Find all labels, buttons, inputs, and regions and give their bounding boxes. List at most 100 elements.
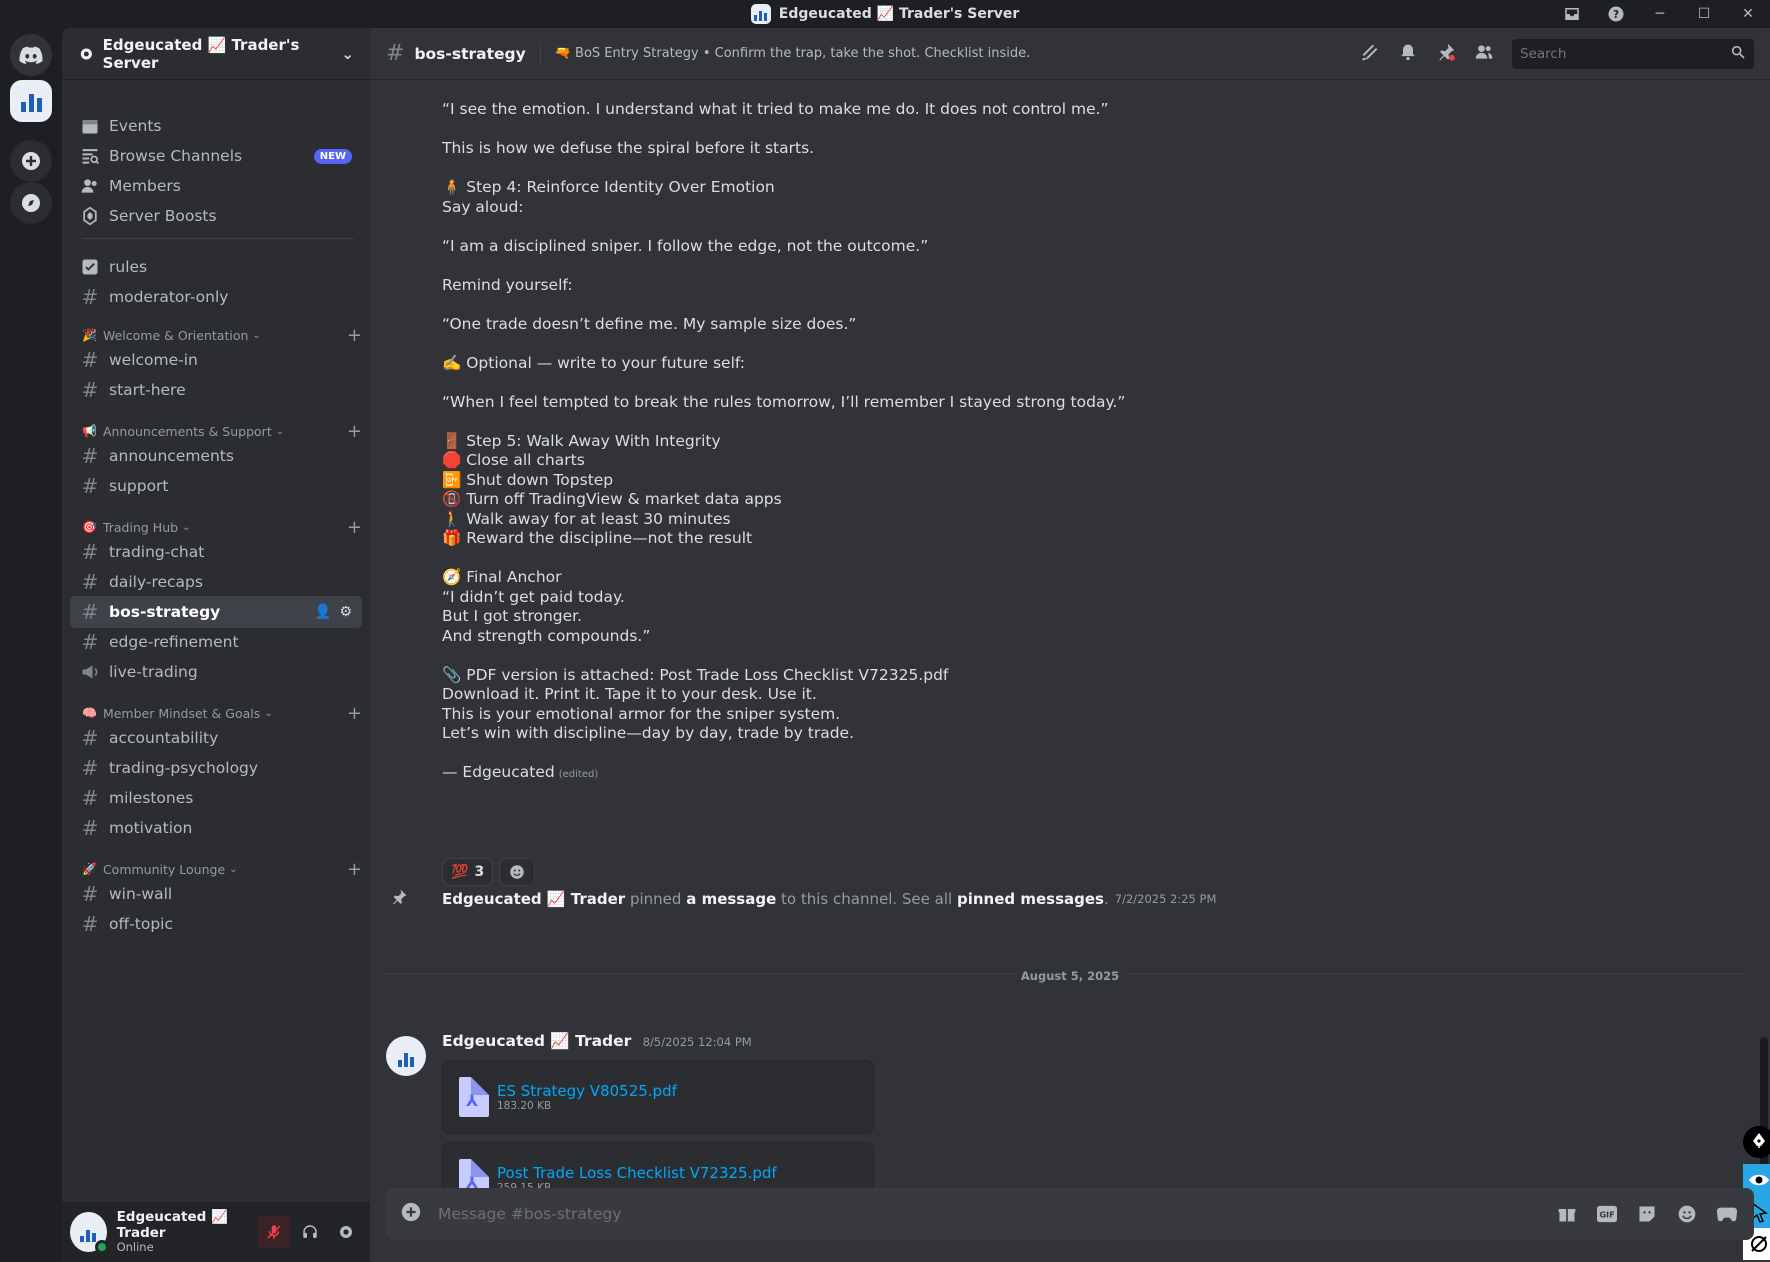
- member-list-icon[interactable]: [1474, 42, 1494, 66]
- category-header[interactable]: 🎉 Welcome & Orientation ⌄ +: [82, 325, 362, 346]
- notification-bell-icon[interactable]: [1398, 42, 1418, 66]
- pen-tool-icon[interactable]: [1743, 1126, 1770, 1158]
- hash-icon: #: [81, 756, 99, 780]
- channel-motivation[interactable]: # motivation: [70, 812, 362, 844]
- channel-settings-icon[interactable]: ⚙: [339, 604, 352, 620]
- close-button[interactable]: ✕: [1726, 0, 1770, 28]
- message-line: 🎁 Reward the discipline—not the result: [442, 529, 752, 547]
- discord-home-icon[interactable]: [10, 34, 52, 76]
- channel-trading-psychology[interactable]: # trading-psychology: [70, 752, 362, 784]
- author-name[interactable]: Edgeucated 📈 Trader: [442, 1032, 631, 1050]
- user-settings-button[interactable]: [330, 1216, 362, 1248]
- file-attachment[interactable]: ⅄ ES Strategy V80525.pdf 183.20 KB: [442, 1060, 874, 1134]
- help-icon[interactable]: ?: [1594, 0, 1638, 28]
- channel-accountability[interactable]: # accountability: [70, 722, 362, 754]
- pin-author[interactable]: Edgeucated 📈 Trader: [442, 890, 625, 908]
- sidebar-item-events[interactable]: Events: [70, 110, 362, 142]
- sticker-icon[interactable]: [1634, 1201, 1660, 1227]
- attachment-file-name[interactable]: ES Strategy V80525.pdf: [497, 1082, 677, 1100]
- pin-icon: [390, 888, 442, 910]
- sidebar-item-label: Server Boosts: [109, 207, 217, 225]
- channel-trading-chat[interactable]: # trading-chat: [70, 536, 362, 568]
- message-text: 🚪 Step 5: Walk Away With Integrity: [442, 432, 721, 450]
- add-server-icon[interactable]: [10, 140, 52, 182]
- pdf-file-icon: ⅄: [459, 1077, 489, 1117]
- see-pinned-messages-link[interactable]: pinned messages: [957, 890, 1104, 908]
- chevron-down-icon: ⌄: [229, 863, 238, 875]
- channel-start-here[interactable]: # start-here: [70, 374, 362, 406]
- create-channel-button[interactable]: +: [347, 703, 362, 724]
- create-channel-button[interactable]: +: [347, 859, 362, 880]
- hash-icon: #: [81, 630, 99, 654]
- create-channel-button[interactable]: +: [347, 325, 362, 346]
- search-icon: [1730, 44, 1746, 64]
- pinned-messages-icon[interactable]: [1436, 42, 1456, 66]
- message-text: Remind yourself:: [442, 276, 573, 294]
- create-channel-button[interactable]: +: [347, 517, 362, 538]
- message-line: Download it. Print it. Tape it to your d…: [442, 685, 817, 703]
- message-input[interactable]: [438, 1205, 1554, 1223]
- message-text: “One trade doesn’t define me. My sample …: [442, 315, 857, 333]
- channel-moderator-only[interactable]: # moderator-only: [70, 281, 362, 313]
- category-header[interactable]: 🎯 Trading Hub ⌄ +: [82, 517, 362, 538]
- message-text: 🎁 Reward the discipline—not the result: [442, 529, 753, 547]
- maximize-button[interactable]: ☐: [1682, 0, 1726, 28]
- avatar[interactable]: [70, 1212, 109, 1254]
- channel-win-wall[interactable]: # win-wall: [70, 878, 362, 910]
- upload-button[interactable]: [400, 1201, 422, 1227]
- message-text: — Edgeucated: [442, 763, 555, 781]
- channel-welcome-in[interactable]: # welcome-in: [70, 344, 362, 376]
- channel-rules[interactable]: rules: [70, 251, 362, 283]
- channel-label: live-trading: [109, 663, 198, 681]
- message-line: “When I feel tempted to break the rules …: [442, 393, 1125, 411]
- sidebar-item-browse-channels[interactable]: Browse Channels NEW: [70, 140, 362, 172]
- discover-icon[interactable]: [10, 182, 52, 224]
- category-header[interactable]: 📢 Announcements & Support ⌄ +: [82, 421, 362, 442]
- add-attachment-icon: [401, 1202, 421, 1222]
- channel-announcements[interactable]: # announcements: [70, 440, 362, 472]
- message-text: ✍️ Optional — write to your future self:: [442, 354, 745, 372]
- reaction-100[interactable]: 💯 3: [442, 858, 494, 886]
- create-invite-icon[interactable]: 👤: [314, 604, 331, 620]
- emoji-icon[interactable]: [1674, 1201, 1700, 1227]
- apps-icon[interactable]: [1714, 1201, 1740, 1227]
- channel-live-trading[interactable]: live-trading: [70, 656, 362, 688]
- minimize-button[interactable]: ─: [1638, 0, 1682, 28]
- headphones-button[interactable]: [294, 1216, 326, 1248]
- channel-label: daily-recaps: [109, 573, 203, 591]
- gif-icon[interactable]: GIF: [1594, 1201, 1620, 1227]
- category-header[interactable]: 🧠 Member Mindset & Goals ⌄ +: [82, 703, 362, 724]
- server-header[interactable]: Edgeucated 📈 Trader's Server ⌄: [62, 28, 370, 80]
- channel-label: win-wall: [109, 885, 173, 903]
- channel-daily-recaps[interactable]: # daily-recaps: [70, 566, 362, 598]
- new-badge: NEW: [313, 148, 352, 164]
- category-header[interactable]: 🚀 Community Lounge ⌄ +: [82, 859, 362, 880]
- inbox-icon[interactable]: [1550, 0, 1594, 28]
- reaction-emoji: 💯: [451, 864, 469, 880]
- channel-bos-strategy[interactable]: # bos-strategy 👤 ⚙: [70, 596, 362, 628]
- threads-icon[interactable]: [1360, 42, 1380, 66]
- chevron-down-icon: ⌄: [275, 425, 285, 437]
- message-line: 📵 Turn off TradingView & market data app…: [442, 490, 782, 508]
- server-icon-edgeucated[interactable]: [10, 80, 52, 122]
- search-field[interactable]: [1520, 45, 1730, 62]
- mute-microphone-button[interactable]: [258, 1216, 290, 1248]
- channel-edge-refinement[interactable]: # edge-refinement: [70, 626, 362, 658]
- message-text: Download it. Print it. Tape it to your d…: [442, 685, 817, 703]
- channel-off-topic[interactable]: # off-topic: [70, 908, 362, 940]
- category-name: Welcome & Orientation: [102, 327, 249, 343]
- search-input[interactable]: [1512, 38, 1754, 69]
- channel-milestones[interactable]: # milestones: [70, 782, 362, 814]
- message-line: 📎 PDF version is attached: Post Trade Lo…: [442, 666, 948, 684]
- gift-icon[interactable]: [1554, 1201, 1580, 1227]
- create-channel-button[interactable]: +: [347, 421, 362, 442]
- add-reaction-button[interactable]: [499, 858, 536, 886]
- channel-support[interactable]: # support: [70, 470, 362, 502]
- sidebar-item-members[interactable]: Members: [70, 170, 362, 202]
- sidebar-item-server-boosts[interactable]: Server Boosts: [70, 200, 362, 232]
- message-avatar[interactable]: [386, 1036, 426, 1076]
- hash-icon: #: [81, 600, 99, 624]
- channel-topic[interactable]: 🔫 BoS Entry Strategy • Confirm the trap,…: [555, 46, 1031, 61]
- attachment-file-name[interactable]: Post Trade Loss Checklist V72325.pdf: [497, 1164, 777, 1182]
- pinned-message-link[interactable]: a message: [686, 890, 776, 908]
